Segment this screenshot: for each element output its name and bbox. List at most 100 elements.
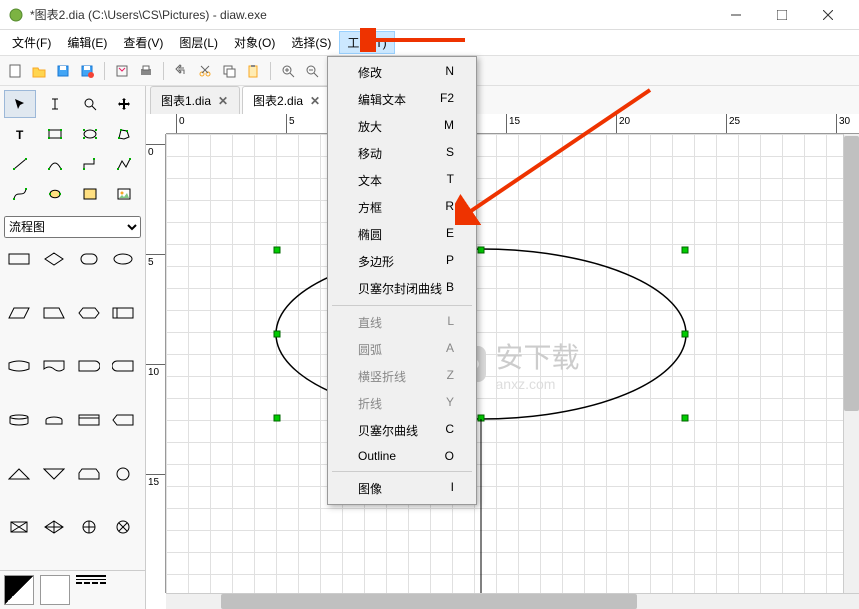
canvas-drawing (166, 134, 859, 593)
dropdown-item[interactable]: 贝塞尔封闭曲线B (330, 275, 474, 302)
shape-item[interactable] (39, 514, 69, 540)
ruler-horizontal: 0 5 10 15 20 25 30 (166, 114, 859, 134)
fill-color[interactable] (40, 575, 70, 605)
shape-item[interactable] (74, 407, 104, 433)
shape-item[interactable] (108, 514, 138, 540)
canvas-area: 图表1.dia✕ 图表2.dia✕ 0 5 10 15 20 25 30 0 5… (146, 86, 859, 609)
menu-select[interactable]: 选择(S) (283, 31, 339, 54)
close-icon[interactable]: ✕ (309, 95, 321, 107)
cut-button[interactable] (194, 60, 216, 82)
zoomout-button[interactable] (301, 60, 323, 82)
copy-button[interactable] (218, 60, 240, 82)
dropdown-item[interactable]: 图像I (330, 475, 474, 502)
print-button[interactable] (135, 60, 157, 82)
menu-object[interactable]: 对象(O) (226, 31, 283, 54)
dropdown-item[interactable]: 修改N (330, 59, 474, 86)
save-button[interactable] (52, 60, 74, 82)
tool-line[interactable] (4, 150, 36, 178)
ruler-vertical: 0 5 10 15 (146, 134, 166, 593)
shape-category: 流程图 (0, 212, 145, 242)
undo-button[interactable] (170, 60, 192, 82)
shape-item[interactable] (4, 300, 34, 326)
tool-outline[interactable] (74, 180, 106, 208)
menu-view[interactable]: 查看(V) (115, 31, 171, 54)
tool-move[interactable] (108, 90, 140, 118)
dropdown-item[interactable]: 移动S (330, 140, 474, 167)
open-button[interactable] (28, 60, 50, 82)
close-icon[interactable]: ✕ (217, 95, 229, 107)
dropdown-item[interactable]: 直线L (330, 309, 474, 336)
menu-file[interactable]: 文件(F) (4, 31, 59, 54)
tool-zoom[interactable] (74, 90, 106, 118)
shape-item[interactable] (108, 246, 138, 272)
scrollbar-vertical[interactable] (843, 134, 859, 593)
menu-layer[interactable]: 图层(L) (171, 31, 226, 54)
shape-item[interactable] (74, 353, 104, 379)
dropdown-item[interactable]: 椭圆E (330, 221, 474, 248)
shape-item[interactable] (108, 407, 138, 433)
dropdown-item[interactable]: 多边形P (330, 248, 474, 275)
export-button[interactable] (111, 60, 133, 82)
shape-item[interactable] (4, 407, 34, 433)
tool-bezier[interactable] (4, 180, 36, 208)
shape-item[interactable] (4, 246, 34, 272)
dropdown-item[interactable]: 折线Y (330, 390, 474, 417)
paste-button[interactable] (242, 60, 264, 82)
scrollbar-horizontal[interactable] (166, 593, 859, 609)
canvas[interactable]: 安下载 anxz.com (166, 134, 859, 593)
shape-category-select[interactable]: 流程图 (4, 216, 141, 238)
shape-grid (0, 242, 145, 570)
tool-arc[interactable] (39, 150, 71, 178)
shape-item[interactable] (108, 300, 138, 326)
dropdown-item[interactable]: 文本T (330, 167, 474, 194)
shape-item[interactable] (108, 461, 138, 487)
menu-tools[interactable]: 工具(T) (339, 31, 394, 54)
tool-grid: T (0, 86, 145, 212)
shape-item[interactable] (39, 246, 69, 272)
tool-rect[interactable] (39, 120, 71, 148)
tool-polygon[interactable] (108, 120, 140, 148)
close-button[interactable] (805, 0, 851, 30)
shape-item[interactable] (74, 461, 104, 487)
dropdown-item[interactable]: 方框R (330, 194, 474, 221)
shape-item[interactable] (39, 300, 69, 326)
tab-2[interactable]: 图表2.dia✕ (242, 86, 332, 114)
zoomin-button[interactable] (277, 60, 299, 82)
app-icon (8, 7, 24, 23)
dropdown-item[interactable]: OutlineO (330, 444, 474, 468)
dropdown-item[interactable]: 贝塞尔曲线C (330, 417, 474, 444)
tool-text[interactable]: T (4, 120, 36, 148)
menu-edit[interactable]: 编辑(E) (59, 31, 115, 54)
line-styles[interactable] (76, 575, 106, 605)
shape-item[interactable] (39, 461, 69, 487)
menubar: 文件(F) 编辑(E) 查看(V) 图层(L) 对象(O) 选择(S) 工具(T… (0, 30, 859, 56)
tool-text-cursor[interactable] (39, 90, 71, 118)
dropdown-item[interactable]: 编辑文本F2 (330, 86, 474, 113)
shape-item[interactable] (74, 300, 104, 326)
tool-pointer[interactable] (4, 90, 36, 118)
tool-polyline[interactable] (108, 150, 140, 178)
tabbar: 图表1.dia✕ 图表2.dia✕ (146, 86, 859, 114)
dropdown-item[interactable]: 放大M (330, 113, 474, 140)
shape-item[interactable] (39, 353, 69, 379)
tool-ellipse[interactable] (74, 120, 106, 148)
shape-item[interactable] (74, 514, 104, 540)
minimize-button[interactable] (713, 0, 759, 30)
saveas-button[interactable] (76, 60, 98, 82)
tab-1[interactable]: 图表1.dia✕ (150, 86, 240, 114)
shape-item[interactable] (4, 514, 34, 540)
dropdown-item[interactable]: 圆弧A (330, 336, 474, 363)
shape-item[interactable] (4, 353, 34, 379)
tool-image[interactable] (108, 180, 140, 208)
shape-item[interactable] (4, 461, 34, 487)
color-swap[interactable] (4, 575, 34, 605)
dropdown-item[interactable]: 横竖折线Z (330, 363, 474, 390)
style-tools (0, 570, 145, 609)
shape-item[interactable] (108, 353, 138, 379)
maximize-button[interactable] (759, 0, 805, 30)
new-button[interactable] (4, 60, 26, 82)
tool-zigzag[interactable] (74, 150, 106, 178)
shape-item[interactable] (74, 246, 104, 272)
tool-bezier-closed[interactable] (39, 180, 71, 208)
shape-item[interactable] (39, 407, 69, 433)
